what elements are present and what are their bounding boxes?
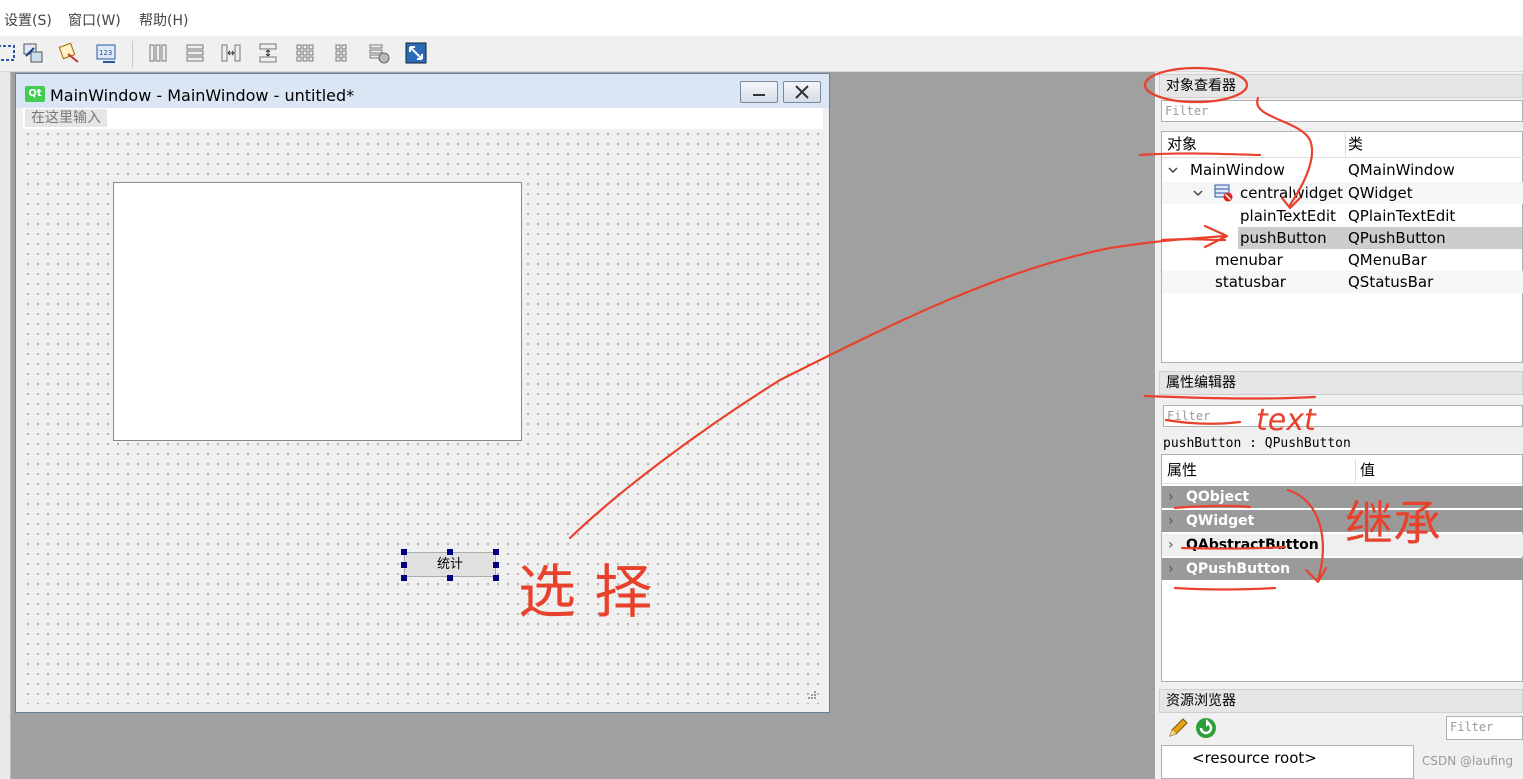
selection-handle[interactable] [447,549,453,555]
object-inspector-title: 对象查看器 [1159,74,1523,98]
widget-box-edge [0,72,11,779]
adjust-size-icon[interactable] [403,40,429,66]
menu-window[interactable]: 窗口(W) [68,10,121,30]
designer-toolbar: 123 [0,36,1523,72]
resource-browser-title: 资源浏览器 [1159,689,1523,713]
tree-class-name: QPushButton [1348,229,1446,247]
column-property-header[interactable]: 属性 [1167,459,1197,481]
edit-signals-slots-icon[interactable] [20,40,46,66]
selection-handle[interactable] [493,562,499,568]
push-button[interactable]: 统计 [404,552,496,577]
chevron-right-icon[interactable]: › [1168,534,1174,556]
tree-object-name: menubar [1215,251,1283,269]
property-group-qobject[interactable]: › QObject [1162,486,1523,508]
tree-object-name: pushButton [1240,229,1327,247]
chevron-right-icon[interactable]: › [1168,486,1174,508]
property-table: 属性 值 › QObject › QWidget › QAbstractButton … [1161,454,1523,682]
layout-grid-icon[interactable] [292,40,318,66]
tree-row[interactable]: plainTextEdit QPlainTextEdit [1162,205,1523,227]
layout-form-icon[interactable] [329,40,355,66]
layout-horizontal-icon[interactable] [145,40,171,66]
plain-text-edit[interactable] [113,182,522,441]
object-inspector-filter[interactable]: Filter [1161,100,1523,122]
tree-class-name: QStatusBar [1348,273,1434,291]
selection-handle[interactable] [401,562,407,568]
column-object-header[interactable]: 对象 [1167,133,1197,155]
form-window: Qt MainWindow - MainWindow - untitled* 在… [15,73,830,713]
property-header: 属性 值 [1162,459,1523,484]
watermark: CSDN @laufing [1422,754,1514,768]
column-class-header[interactable]: 类 [1348,133,1363,155]
edit-tab-order-icon[interactable]: 123 [93,40,119,66]
tree-row[interactable]: centralwidget QWidget [1162,182,1523,204]
window-titlebar[interactable]: Qt MainWindow - MainWindow - untitled* [16,74,829,108]
tree-row[interactable]: statusbar QStatusBar [1162,271,1523,293]
tree-object-name: MainWindow [1190,161,1285,179]
property-group-qabstractbutton[interactable]: › QAbstractButton [1162,534,1523,556]
tree-row-selected[interactable]: pushButton QPushButton [1238,227,1522,249]
menu-help[interactable]: 帮助(H) [139,10,188,30]
window-title: MainWindow - MainWindow - untitled* [50,86,355,105]
minimize-icon [753,94,765,96]
svg-text:123: 123 [99,49,112,57]
layout-vertical-icon[interactable] [182,40,208,66]
selection-handle[interactable] [493,575,499,581]
layout-broken-widget-icon [1214,184,1233,202]
minimize-button[interactable] [740,81,778,103]
tree-row[interactable]: menubar QMenuBar [1162,249,1523,271]
tree-class-name: QPlainTextEdit [1348,207,1456,225]
layout-vertical-splitter-icon[interactable] [255,40,281,66]
chevron-right-icon[interactable]: › [1168,558,1174,580]
break-layout-icon[interactable] [366,40,392,66]
resource-root-item[interactable]: <resource root> [1192,749,1317,767]
close-icon [795,85,809,99]
tree-class-name: QMenuBar [1348,251,1427,269]
tree-object-name: statusbar [1215,273,1286,291]
resource-filter[interactable]: Filter [1446,716,1523,740]
menu-settings[interactable]: 设置(S) [4,10,52,30]
property-group-qpushbutton[interactable]: › QPushButton [1162,558,1523,580]
layout-horizontal-splitter-icon[interactable] [218,40,244,66]
chevron-right-icon[interactable]: › [1168,510,1174,532]
selection-handle[interactable] [401,575,407,581]
tree-row[interactable]: MainWindow QMainWindow [1162,159,1523,181]
menu-bar: 设置(S) 窗口(W) 帮助(H) [0,0,1523,36]
object-tree: 对象 类 MainWindow QMainWindow centralwidge… [1161,131,1523,363]
selected-object-label: pushButton : QPushButton [1163,436,1351,451]
column-value-header[interactable]: 值 [1360,459,1375,481]
close-button[interactable] [783,81,821,103]
resource-tree: <resource root> [1161,745,1414,779]
central-widget-canvas[interactable]: 统计 [23,129,823,704]
tree-class-name: QMainWindow [1348,161,1455,179]
qt-logo-icon: Qt [25,86,45,102]
tree-class-name: QWidget [1348,184,1413,202]
form-menubar: 在这里输入 [23,108,823,129]
tree-header: 对象 类 [1162,133,1523,158]
selection-handle[interactable] [447,575,453,581]
size-grip-icon[interactable] [807,690,817,700]
edit-buddies-icon[interactable] [56,40,82,66]
selection-handle[interactable] [493,549,499,555]
property-editor-filter[interactable]: Filter [1163,405,1523,427]
chevron-down-icon[interactable] [1168,165,1178,175]
tree-object-name: centralwidget [1240,184,1343,202]
resource-toolbar: Filter [1161,713,1523,743]
property-group-qwidget[interactable]: › QWidget [1162,510,1523,532]
chevron-down-icon[interactable] [1193,188,1203,198]
edit-widgets-icon[interactable] [0,40,20,66]
property-editor-title: 属性编辑器 [1159,371,1523,395]
reload-icon[interactable] [1194,716,1218,740]
pencil-icon[interactable] [1166,716,1190,740]
menu-type-here-placeholder[interactable]: 在这里输入 [25,109,107,127]
selection-handle[interactable] [401,549,407,555]
tree-object-name: plainTextEdit [1240,207,1336,225]
